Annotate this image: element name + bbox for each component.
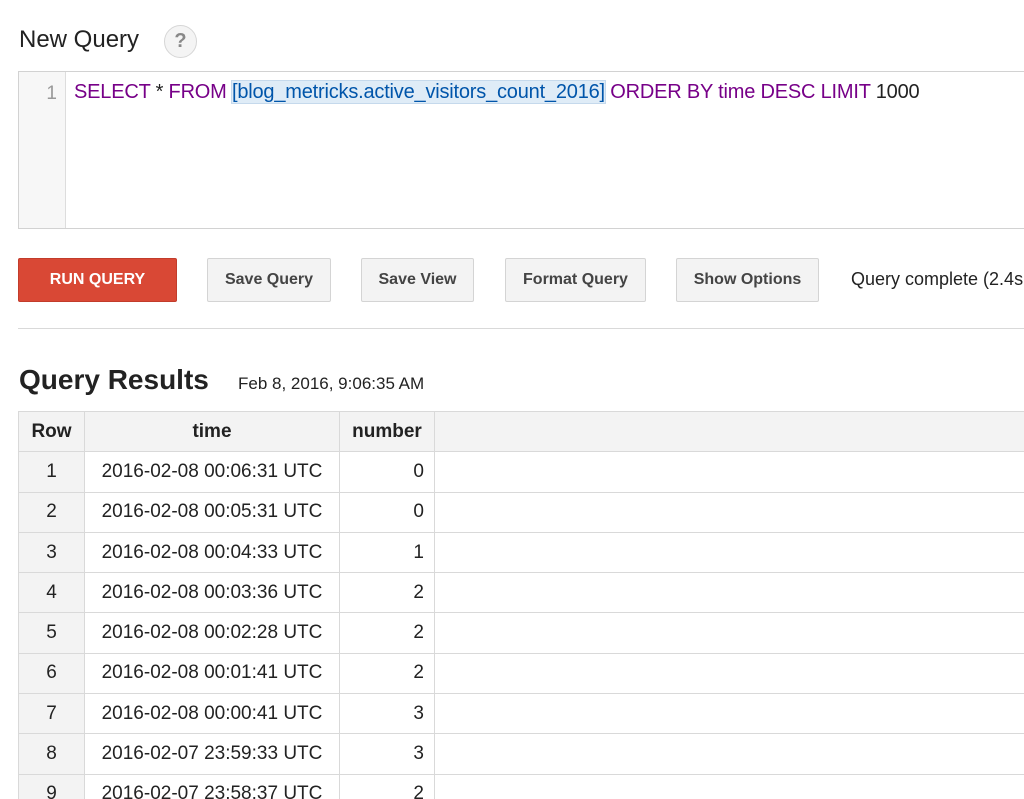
cell-time: 2016-02-08 00:01:41 UTC xyxy=(84,652,340,695)
save-view-button[interactable]: Save View xyxy=(361,258,474,302)
cell-filler xyxy=(434,572,1024,614)
cell-time: 2016-02-08 00:05:31 UTC xyxy=(84,491,340,533)
cell-row-number: 6 xyxy=(18,652,85,695)
cell-filler xyxy=(434,531,1024,574)
table-reference: [blog_metricks.active_visitors_count_201… xyxy=(230,80,606,104)
table-row: 4 2016-02-08 00:03:36 UTC 2 xyxy=(18,572,1024,614)
cell-filler xyxy=(434,693,1024,735)
query-editor[interactable]: 1 SELECT * FROM [blog_metricks.active_vi… xyxy=(18,71,1024,229)
cell-filler xyxy=(434,733,1024,775)
cell-time: 2016-02-07 23:58:37 UTC xyxy=(84,773,340,799)
results-body: 1 2016-02-08 00:06:31 UTC 0 2 2016-02-08 00:… xyxy=(18,451,1024,799)
cell-number: 0 xyxy=(339,491,435,533)
results-timestamp: Feb 8, 2016, 9:06:35 AM xyxy=(238,374,425,393)
cell-filler xyxy=(434,491,1024,533)
page-title: New Query xyxy=(19,26,140,53)
cell-row-number: 3 xyxy=(18,531,85,574)
cell-row-number: 8 xyxy=(18,733,85,775)
query-status: Query complete (2.4s xyxy=(851,269,1024,289)
keyword-order-by: ORDER BY xyxy=(610,81,713,103)
limit-value: 1000 xyxy=(875,81,920,103)
column-header-filler xyxy=(434,410,1024,453)
cell-filler xyxy=(434,773,1024,799)
column-time: time xyxy=(718,81,756,103)
cell-filler xyxy=(434,612,1024,654)
token-star: * xyxy=(150,81,169,103)
table-row: 6 2016-02-08 00:01:41 UTC 2 xyxy=(18,652,1024,695)
cell-row-number: 9 xyxy=(18,773,85,799)
cell-number: 2 xyxy=(339,612,435,654)
cell-number: 0 xyxy=(339,451,435,493)
keyword-select: SELECT xyxy=(74,81,151,103)
run-query-button[interactable]: RUN QUERY xyxy=(18,258,177,302)
table-row: 3 2016-02-08 00:04:33 UTC 1 xyxy=(18,531,1024,574)
results-title: Query Results xyxy=(19,364,209,395)
cell-time: 2016-02-08 00:02:28 UTC xyxy=(84,612,340,654)
table-row: 8 2016-02-07 23:59:33 UTC 3 xyxy=(18,733,1024,775)
editor-gutter: 1 xyxy=(19,72,66,228)
table-row: 5 2016-02-08 00:02:28 UTC 2 xyxy=(18,612,1024,654)
column-header-time: time xyxy=(84,410,340,453)
save-query-button[interactable]: Save Query xyxy=(207,258,331,302)
line-number: 1 xyxy=(46,83,57,104)
cell-time: 2016-02-07 23:59:33 UTC xyxy=(84,733,340,775)
cell-filler xyxy=(434,652,1024,695)
results-table: Row time number 1 2016-02-08 00:06:31 UTC… xyxy=(18,410,1024,799)
cell-time: 2016-02-08 00:06:31 UTC xyxy=(84,451,340,493)
cell-time: 2016-02-08 00:04:33 UTC xyxy=(84,531,340,574)
cell-number: 3 xyxy=(339,693,435,735)
cell-row-number: 7 xyxy=(18,693,85,735)
table-header-row: Row time number xyxy=(18,410,1024,453)
cell-row-number: 1 xyxy=(18,451,85,493)
table-row: 2 2016-02-08 00:05:31 UTC 0 xyxy=(18,491,1024,533)
cell-filler xyxy=(434,451,1024,493)
column-header-number: number xyxy=(339,410,435,453)
cell-time: 2016-02-08 00:03:36 UTC xyxy=(84,572,340,614)
table-row: 7 2016-02-08 00:00:41 UTC 3 xyxy=(18,693,1024,735)
code-line[interactable]: SELECT * FROM [blog_metricks.active_visi… xyxy=(74,80,920,104)
cell-row-number: 5 xyxy=(18,612,85,654)
keyword-limit: LIMIT xyxy=(820,81,871,103)
cell-row-number: 4 xyxy=(18,572,85,614)
column-header-row: Row xyxy=(18,410,85,453)
cell-number: 2 xyxy=(339,572,435,614)
cell-time: 2016-02-08 00:00:41 UTC xyxy=(84,693,340,735)
table-row: 1 2016-02-08 00:06:31 UTC 0 xyxy=(18,451,1024,493)
table-row: 9 2016-02-07 23:58:37 UTC 2 xyxy=(18,773,1024,799)
help-icon[interactable]: ? xyxy=(164,25,197,58)
cell-row-number: 2 xyxy=(18,491,85,533)
keyword-desc: DESC xyxy=(760,81,816,103)
show-options-button[interactable]: Show Options xyxy=(676,258,819,302)
format-query-button[interactable]: Format Query xyxy=(505,258,646,302)
keyword-from: FROM xyxy=(168,81,227,103)
divider xyxy=(18,328,1024,329)
cell-number: 2 xyxy=(339,773,435,799)
cell-number: 2 xyxy=(339,652,435,695)
cell-number: 3 xyxy=(339,733,435,775)
cell-number: 1 xyxy=(339,531,435,574)
